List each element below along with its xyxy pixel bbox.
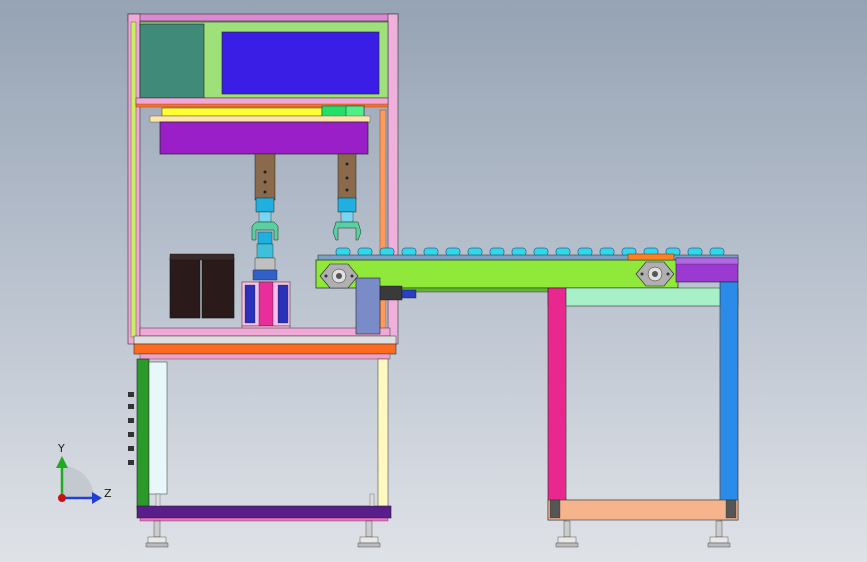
linear-rail [161, 107, 323, 117]
cabinet-floor-plate [133, 335, 397, 345]
right-stand-inner-frame [565, 305, 721, 501]
manipulator-head [159, 121, 369, 155]
reject-bins [169, 253, 235, 319]
cad-viewport[interactable]: Y Z [0, 0, 867, 562]
conveyor-coupler [401, 289, 417, 299]
cabinet-left-post-inner [130, 21, 137, 338]
conveyor-motor [355, 277, 381, 335]
stand-bottom-trim [139, 517, 389, 522]
conveyor-end-cap-top [675, 257, 739, 265]
leveling-feet [145, 520, 731, 548]
test-station [241, 243, 291, 335]
right-stand-bottom-beam [547, 499, 739, 521]
leveling-foot-icon [555, 520, 579, 548]
column-holes [263, 162, 349, 194]
stand-right-post [377, 358, 389, 510]
cabinet-top-beam [127, 13, 399, 22]
leveling-foot-icon [707, 520, 731, 548]
left-stand[interactable] [128, 343, 397, 522]
y-axis-arrowhead [56, 456, 68, 468]
leveling-foot-icon [145, 520, 169, 548]
axis-triad-icon[interactable] [56, 456, 102, 504]
z-axis-arrowhead [92, 492, 102, 504]
side-holes [128, 392, 134, 465]
stand-bracket [369, 493, 375, 507]
right-gripper [332, 197, 362, 241]
display-panel-blue [221, 31, 380, 95]
conveyor-stop-tab [627, 253, 675, 261]
leg-cap [725, 499, 737, 519]
right-stand-right-leg [719, 281, 739, 521]
machine-assembly-drawing[interactable] [0, 0, 867, 562]
rail-carriage-top [149, 115, 371, 123]
right-stand[interactable] [547, 281, 739, 521]
stand-bracket [155, 493, 161, 507]
left-gripper [251, 197, 279, 245]
stand-top-orange [133, 343, 397, 355]
control-box-teal [139, 23, 205, 99]
stand-left-panel [148, 361, 168, 495]
right-stand-left-leg [547, 287, 567, 521]
cabinet-inner-right-post [379, 109, 387, 336]
right-stand-top-beam [547, 287, 739, 307]
stand-left-post [136, 358, 150, 510]
cabinet-floor [139, 327, 391, 337]
triad-z-label: Z [104, 487, 112, 500]
conveyor-motor-mount [379, 285, 403, 301]
x-axis-dot [58, 494, 66, 502]
stand-top-trim [139, 353, 391, 360]
triad-y-label: Y [58, 442, 65, 455]
leveling-foot-icon [357, 520, 381, 548]
leg-cap [549, 499, 561, 519]
stand-bottom-beam [136, 505, 392, 519]
